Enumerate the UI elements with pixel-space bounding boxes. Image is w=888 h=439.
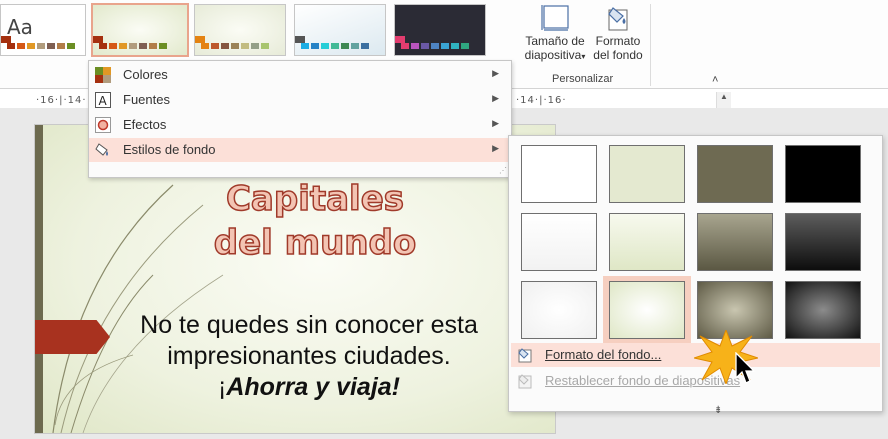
theme-color-bar <box>99 43 167 49</box>
gallery-more-icon[interactable]: ⇟ <box>714 405 722 416</box>
slide-title[interactable]: Capitales del mundo <box>165 177 465 265</box>
theme-tag <box>93 36 103 43</box>
theme-tag <box>395 36 405 43</box>
variants-dropdown-menu: Colores ▶ A Fuentes ▶ Efectos ▶ Estilos … <box>88 60 512 178</box>
bg-style-10[interactable] <box>609 281 685 339</box>
color-palette-icon <box>95 67 111 83</box>
slide-subtitle-line-1: No te quedes sin conocer esta <box>140 311 478 339</box>
paint-bucket-icon <box>95 143 108 156</box>
bg-style-5-cell[interactable] <box>515 208 603 276</box>
slide-title-line-2: del mundo <box>213 222 417 264</box>
bg-style-9[interactable] <box>521 281 597 339</box>
menu-item-label: Estilos de fondo <box>123 142 216 157</box>
theme-tag <box>195 36 205 43</box>
theme-thumbnail-retrospect[interactable] <box>294 4 386 56</box>
bg-style-12-cell[interactable] <box>779 276 867 344</box>
chevron-down-icon: ▾ <box>581 52 586 61</box>
bg-style-2[interactable] <box>609 145 685 203</box>
ruler-left: ·16·|·14· <box>36 95 87 106</box>
bg-style-4-cell[interactable] <box>779 140 867 208</box>
svg-text:A: A <box>99 94 108 108</box>
bg-style-4[interactable] <box>785 145 861 203</box>
bg-style-10-cell[interactable] <box>603 276 691 344</box>
scroll-up-icon[interactable]: ▲ <box>717 92 731 101</box>
bg-style-5[interactable] <box>521 213 597 271</box>
chevron-right-icon: ▶ <box>492 143 499 153</box>
slide-title-line-1: Capitales <box>225 178 405 220</box>
bg-style-6-cell[interactable] <box>603 208 691 276</box>
bg-style-12[interactable] <box>785 281 861 339</box>
reset-background-icon <box>518 374 532 389</box>
chevron-right-icon: ▶ <box>492 68 499 78</box>
theme-tag <box>295 36 305 43</box>
format-background-icon <box>608 7 628 31</box>
slide-size-button[interactable]: Tamaño de diapositiva▾ <box>520 0 590 70</box>
chevron-right-icon: ▶ <box>492 118 499 128</box>
theme-color-bar <box>401 43 469 49</box>
menu-item-label: Efectos <box>123 117 167 132</box>
theme-color-bar <box>201 43 269 49</box>
bg-style-7[interactable] <box>697 213 773 271</box>
bg-style-2-cell[interactable] <box>603 140 691 208</box>
bg-style-1[interactable] <box>521 145 597 203</box>
slide-size-label-2: diapositiva▾ <box>524 48 586 62</box>
bg-style-8[interactable] <box>785 213 861 271</box>
format-background-label: Formato del fondo... <box>545 347 662 362</box>
group-label-personalizar: Personalizar <box>552 73 614 85</box>
slide-cta: ¡Ahorra y viaja! <box>217 373 400 401</box>
theme-color-bar <box>7 43 75 49</box>
bg-style-9-cell[interactable] <box>515 276 603 344</box>
theme-thumbnail-facet[interactable] <box>91 3 189 57</box>
slide-size-icon <box>541 5 569 31</box>
format-background-icon <box>518 348 532 363</box>
menu-item-fonts[interactable]: A Fuentes ▶ <box>89 88 509 112</box>
slide-size-label-1: Tamaño de <box>525 34 585 48</box>
format-background-label-2: del fondo <box>593 48 643 62</box>
theme-thumbnail-dark[interactable] <box>394 4 486 56</box>
format-background-button[interactable]: Formato del fondo <box>590 0 646 70</box>
chevron-right-icon: ▶ <box>492 93 499 103</box>
theme-thumbnail-ion[interactable] <box>194 4 286 56</box>
resize-grip-icon[interactable]: ⋰ <box>499 166 507 175</box>
format-background-label-1: Formato <box>595 34 641 48</box>
slide-subtitle-line-2: impresionantes ciudades. <box>167 342 451 370</box>
menu-item-label: Colores <box>123 67 168 82</box>
theme-thumbnail-office[interactable]: Aa <box>0 4 86 56</box>
bg-style-3[interactable] <box>697 145 773 203</box>
slide-subtitle[interactable]: No te quedes sin conocer esta impresiona… <box>99 310 519 403</box>
menu-item-effects[interactable]: Efectos ▶ <box>89 113 509 137</box>
font-a-icon: A <box>95 92 111 108</box>
mouse-pointer-icon <box>735 352 756 384</box>
effects-circle-icon <box>95 117 111 133</box>
ruler-right: ·14·|·16· <box>516 95 567 106</box>
menu-item-label: Fuentes <box>123 92 170 107</box>
bg-style-7-cell[interactable] <box>691 208 779 276</box>
bg-style-3-cell[interactable] <box>691 140 779 208</box>
bg-style-1-cell[interactable] <box>515 140 603 208</box>
theme-tag <box>1 36 11 43</box>
slide-cta-text: Ahorra y viaja! <box>226 373 400 401</box>
menu-item-background-styles[interactable]: Estilos de fondo ▶ <box>89 138 509 162</box>
bg-style-8-cell[interactable] <box>779 208 867 276</box>
collapse-ribbon-icon[interactable]: ˄ <box>712 74 718 86</box>
ribbon-divider <box>650 4 651 86</box>
bg-style-6[interactable] <box>609 213 685 271</box>
slide-vertical-bar <box>35 125 43 433</box>
menu-item-colors[interactable]: Colores ▶ <box>89 63 509 87</box>
theme-color-bar <box>301 43 369 49</box>
